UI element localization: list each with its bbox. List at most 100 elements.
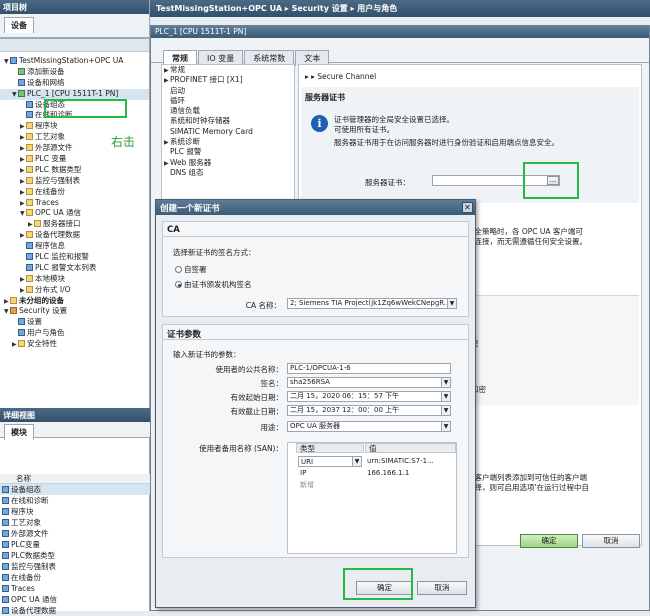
nav-item[interactable]: 循环 — [162, 96, 294, 106]
detail-list-item[interactable]: 监控与强制表 — [0, 561, 150, 572]
radio-ca-signed[interactable] — [175, 281, 182, 288]
detail-item-label: 在线备份 — [11, 573, 41, 582]
tree-item-label: 工艺对象 — [35, 132, 65, 142]
modules-tab[interactable]: 模块 — [4, 424, 34, 440]
server-cert-header: 服务器证书 — [305, 93, 345, 102]
properties-ok-button[interactable]: 确定 — [520, 534, 578, 548]
radio-self-signed[interactable] — [175, 266, 182, 273]
chevron-down-icon[interactable]: ▼ — [441, 422, 450, 431]
nav-item[interactable]: DNS 组态 — [162, 168, 294, 178]
tree-item[interactable]: 程序信息 — [0, 241, 149, 252]
tree-item-label: 设置 — [27, 317, 42, 327]
tree-node-icon — [26, 242, 33, 250]
tree-item[interactable]: 用户与角色 — [0, 328, 149, 339]
properties-cancel-button[interactable]: 取消 — [582, 534, 640, 548]
nav-item[interactable]: ▶系统诊断 — [162, 137, 294, 147]
detail-list-item[interactable]: 工艺对象 — [0, 517, 150, 528]
chevron-down-icon[interactable]: ▼ — [352, 457, 361, 466]
tree-item[interactable]: ▶ 程序块 — [0, 121, 149, 132]
tree-item-label: Security 设置 — [19, 306, 68, 316]
nav-item[interactable]: 启动 — [162, 86, 294, 96]
devices-tab[interactable]: 设备 — [4, 17, 34, 33]
tree-item[interactable]: ▶ 安全特性 — [0, 339, 149, 350]
detail-item-icon — [2, 508, 9, 515]
partial-text-1: 安全策略时，各 OPC UA 客户端可 — [467, 227, 583, 236]
tree-item-label: 设备代理数据 — [35, 230, 80, 240]
tree-item[interactable]: ▶ 在线备份 — [0, 187, 149, 198]
dialog-title: 创建一个新证书 — [156, 200, 475, 215]
detail-list-item[interactable]: PLC变量 — [0, 539, 150, 550]
san-value-cell[interactable] — [367, 480, 455, 491]
san-label: 使用者备用名称 (SAN)： — [199, 444, 283, 453]
nav-item[interactable]: PLC 报警 — [162, 147, 294, 157]
tree-item[interactable]: ▶ PLC 变量 — [0, 154, 149, 165]
detail-list-item[interactable]: 外部源文件 — [0, 528, 150, 539]
field-input[interactable]: 二月 15，2037 12：00：00 上午 ▼ — [287, 405, 451, 416]
detail-list-item[interactable]: Traces — [0, 583, 150, 594]
chevron-down-icon[interactable]: ▼ — [441, 406, 450, 415]
ca-signed-option[interactable]: 由证书颁发机构签名 — [175, 279, 252, 290]
field-input[interactable]: PLC-1/OPCUA-1-6 — [287, 363, 451, 374]
detail-list-item[interactable]: 在线和诊断 — [0, 495, 150, 506]
san-type-cell[interactable]: URI ▼ — [298, 456, 362, 467]
field-input[interactable]: sha256RSA ▼ — [287, 377, 451, 388]
tree-item[interactable]: ▶ 服务器接口 — [0, 219, 149, 230]
tree-item[interactable]: ▶ 本地模块 — [0, 274, 149, 285]
chevron-down-icon[interactable]: ▼ — [441, 378, 450, 387]
tree-item[interactable]: ▶ 分布式 I/O — [0, 285, 149, 296]
san-type-cell[interactable]: IP — [298, 468, 362, 479]
detail-list-item[interactable]: 设备组态 — [0, 484, 150, 495]
ca-name-select[interactable]: 2; Siemens TIA Project(jk1Zq6wWekCNepgR.… — [287, 298, 457, 309]
tree-item[interactable]: ▶ 监控与强制表 — [0, 176, 149, 187]
detail-list-item[interactable]: PLC数据类型 — [0, 550, 150, 561]
tree-item[interactable]: PLC 报警文本列表 — [0, 263, 149, 274]
field-input[interactable]: 二月 15，2020 06：15：57 下午 ▼ — [287, 391, 451, 402]
tree-item[interactable]: ▼ OPC UA 通信 — [0, 208, 149, 219]
tree-list: ▼ TestMissingStation+OPC UA 添加新设备 设备和网络 ▼ PLC… — [0, 52, 149, 350]
san-value-cell[interactable]: 166.166.1.1 — [367, 468, 455, 479]
field-label: 用途： — [260, 423, 284, 432]
tree-item-label: 程序信息 — [35, 241, 65, 251]
tree-node-icon — [18, 89, 25, 97]
nav-item[interactable]: 系统和时钟存储器 — [162, 116, 294, 126]
tree-item[interactable]: ▼ TestMissingStation+OPC UA — [0, 56, 149, 67]
tree-item[interactable]: ▶ 设备代理数据 — [0, 230, 149, 241]
tree-item[interactable]: ▶ 未分组的设备 — [0, 296, 149, 307]
tree-item-label: 未分组的设备 — [19, 295, 64, 305]
san-value-cell[interactable]: urn:SIMATIC.S7-1... — [367, 456, 455, 467]
detail-list-item[interactable]: 在线备份 — [0, 572, 150, 583]
detail-list-item[interactable]: OPC UA 通信 — [0, 594, 150, 605]
nav-item-label: Web 服务器 — [170, 157, 212, 167]
tree-item[interactable]: 设备和网络 — [0, 78, 149, 89]
tree-node-icon — [18, 67, 25, 75]
nav-item[interactable]: SIMATIC Memory Card — [162, 127, 294, 137]
field-value: sha256RSA — [290, 378, 330, 386]
tree-item[interactable]: ▼ Security 设置 — [0, 306, 149, 317]
san-type-cell[interactable]: 新增 — [298, 480, 362, 491]
self-signed-option[interactable]: 自签署 — [175, 264, 207, 275]
partial-text-6: 选择，则可启用选项'在运行过程中自 — [467, 483, 590, 492]
san-table: 类型 值 URI ▼ urn:SIMATIC.S7-1... IP 166.166.1.… — [287, 442, 457, 554]
nav-item[interactable]: 通信负载 — [162, 106, 294, 116]
tree-node-icon — [26, 231, 33, 239]
field-input[interactable]: OPC UA 服务器 ▼ — [287, 421, 451, 432]
tree-item[interactable]: PLC 监控和报警 — [0, 252, 149, 263]
dialog-cancel-button[interactable]: 取消 — [417, 581, 467, 595]
close-icon[interactable]: ✕ — [462, 202, 473, 213]
nav-item[interactable]: ▶常规 — [162, 65, 294, 75]
tree-item[interactable]: ▼ PLC_1 [CPU 1511T-1 PN] — [0, 88, 149, 100]
nav-item[interactable]: ▶PROFINET 接口 [X1] — [162, 75, 294, 85]
tree-item-label: 在线备份 — [35, 186, 65, 196]
tree-item[interactable]: ▶ Traces — [0, 198, 149, 209]
tree-item[interactable]: 添加新设备 — [0, 67, 149, 78]
detail-list-item[interactable]: 程序块 — [0, 506, 150, 517]
tree-item[interactable]: ▶ PLC 数据类型 — [0, 165, 149, 176]
san-type-text: 新增 — [300, 481, 314, 489]
ca-header: CA — [163, 222, 468, 237]
tree-item-label: 程序块 — [35, 121, 58, 131]
properties-nav: ▶常规 ▶PROFINET 接口 [X1] 启动 循环 通信负载 系统和时钟存储器 SIMA… — [161, 64, 295, 204]
tree-item[interactable]: 设置 — [0, 317, 149, 328]
nav-item[interactable]: ▶Web 服务器 — [162, 158, 294, 168]
chevron-down-icon[interactable]: ▼ — [441, 392, 450, 401]
properties-title: PLC_1 [CPU 1511T-1 PN] — [151, 26, 649, 38]
